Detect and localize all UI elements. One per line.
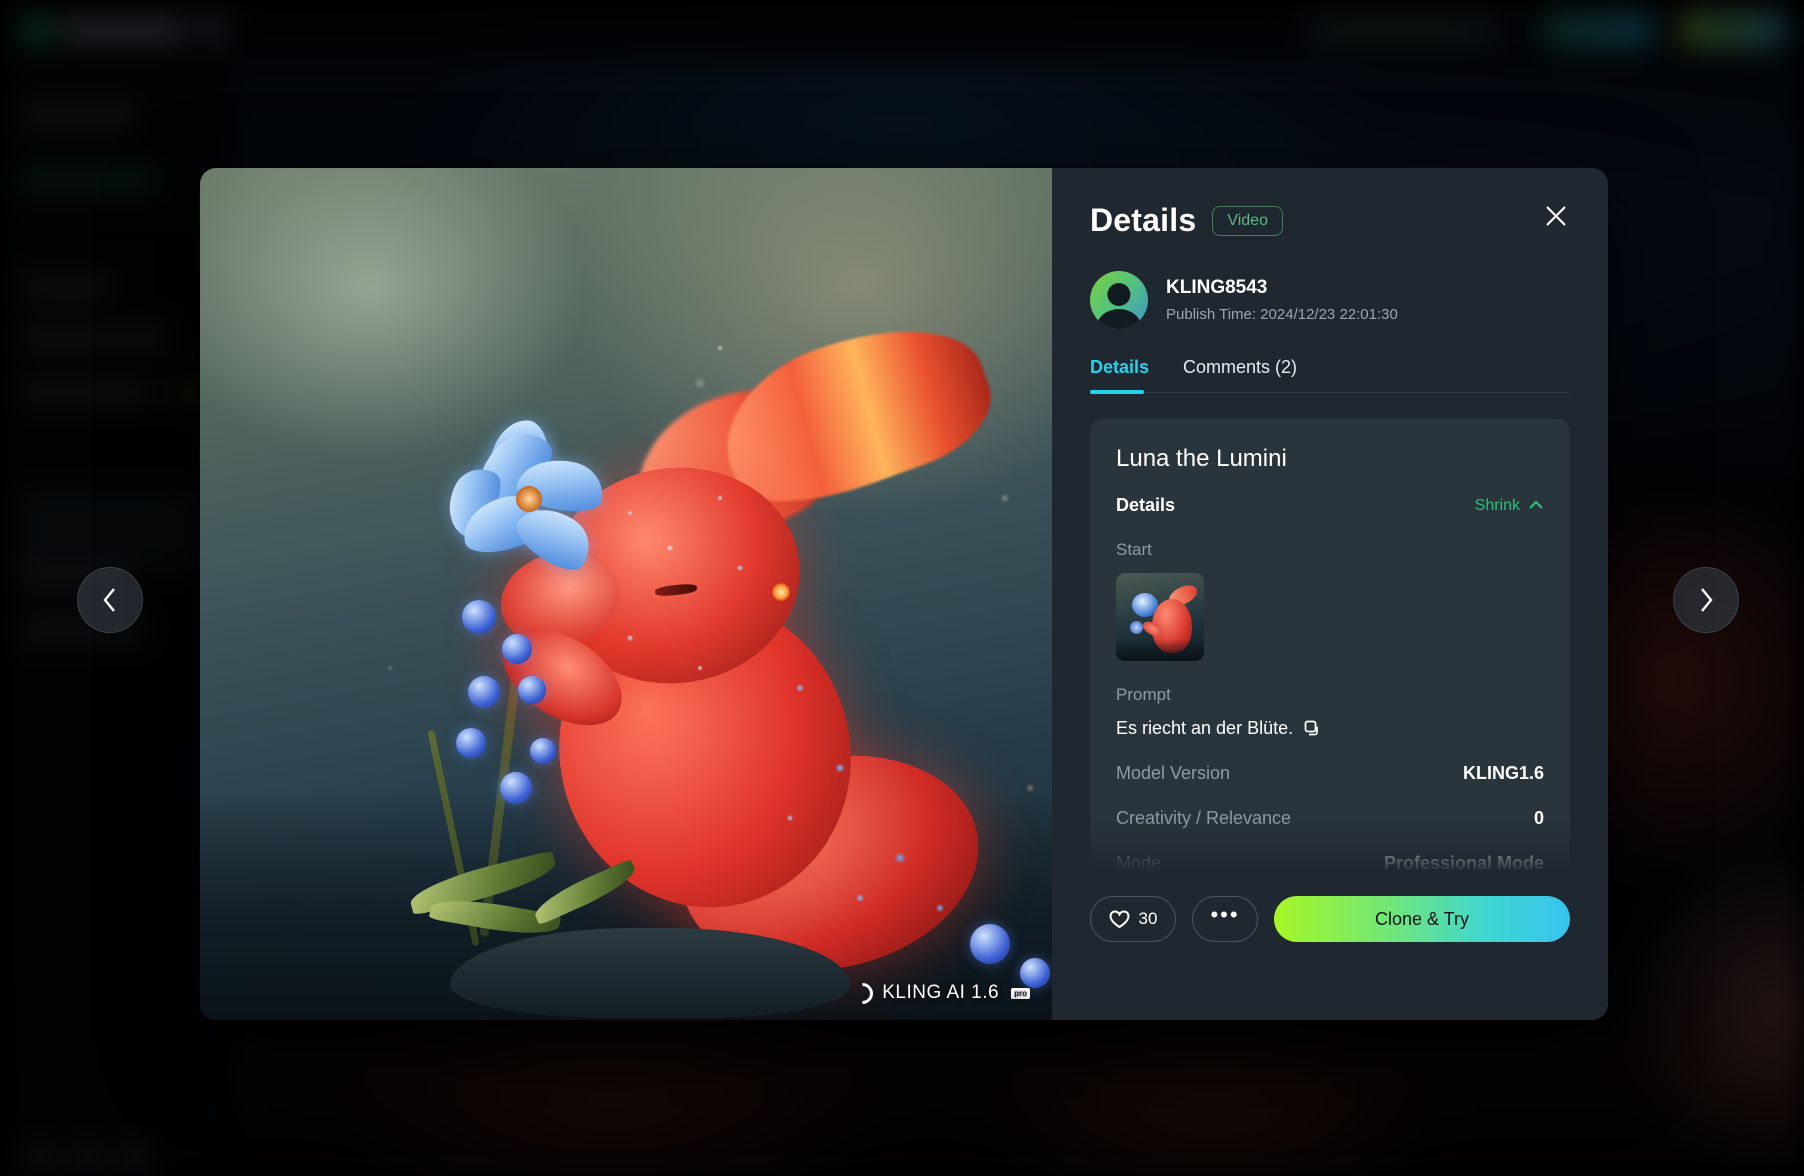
flower-center (516, 486, 542, 512)
flower-bud (456, 728, 486, 758)
media-type-badge: Video (1212, 205, 1283, 236)
creature-sparkles (200, 168, 1052, 1020)
start-frame-label: Start (1116, 540, 1152, 559)
meta-key: Creativity / Relevance (1116, 808, 1292, 828)
meta-row-creativity-relevance: Creativity / Relevance 0 (1116, 808, 1544, 829)
avatar-head-shape (1107, 282, 1131, 306)
meta-value: KLING1.6 (1462, 763, 1544, 783)
more-options-button[interactable]: ••• (1192, 896, 1258, 942)
avatar[interactable] (1090, 271, 1148, 329)
flower-bud (518, 676, 546, 704)
author-name: KLING8543 (1166, 277, 1268, 298)
clone-and-try-button[interactable]: Clone & Try (1274, 896, 1570, 942)
flower-bud (500, 772, 532, 804)
meta-row-mode: Mode Professional Mode (1116, 853, 1544, 874)
publish-time: Publish Time: 2024/12/23 22:01:30 (1166, 306, 1398, 323)
panel-tabs: Details Comments (2) (1090, 357, 1570, 394)
chevron-left-icon (103, 588, 115, 612)
copy-prompt-button[interactable] (1303, 720, 1320, 737)
flower-bud (970, 924, 1010, 964)
shrink-label: Shrink (1474, 496, 1520, 514)
close-icon (1546, 206, 1566, 226)
page-title: Details (1090, 202, 1197, 238)
copy-icon (1304, 720, 1318, 736)
next-item-button[interactable] (1673, 567, 1739, 633)
avatar-body-shape (1096, 309, 1142, 329)
meta-key: Mode (1116, 853, 1162, 873)
prompt-label: Prompt (1116, 685, 1171, 704)
flower-bud (468, 676, 500, 708)
watermark-text: KLING AI 1.6 (882, 982, 1000, 1003)
close-button[interactable] (1538, 198, 1574, 234)
flower-bud (502, 634, 532, 664)
details-card: Luna the Lumini Details Shrink Start Pro… (1090, 419, 1570, 874)
start-frame-thumbnail[interactable] (1116, 573, 1204, 661)
meta-row-model-version: Model Version KLING1.6 (1116, 763, 1544, 784)
chevron-right-icon (1701, 588, 1713, 612)
details-section-label: Details (1116, 495, 1176, 515)
previous-item-button[interactable] (77, 567, 143, 633)
author-block[interactable]: KLING8543 Publish Time: 2024/12/23 22:01… (1090, 271, 1570, 329)
details-section-header: Details Shrink (1116, 495, 1544, 516)
thumbnail-bud (1130, 621, 1143, 634)
like-count: 30 (1138, 909, 1158, 928)
video-preview[interactable]: KLING AI 1.6 pro (200, 168, 1052, 1020)
kling-logo-icon (847, 978, 878, 1008)
author-info: KLING8543 Publish Time: 2024/12/23 22:01… (1166, 277, 1398, 323)
details-modal: KLING AI 1.6 pro Details Video KLING8543… (200, 168, 1608, 1020)
meta-value: 0 (1533, 808, 1544, 828)
panel-header: Details Video (1090, 202, 1570, 239)
like-button[interactable]: 30 (1090, 896, 1176, 942)
prompt-row: Es riecht an der Blüte. (1116, 718, 1544, 739)
watermark-pro-badge: pro (1011, 987, 1030, 999)
kling-watermark: KLING AI 1.6 pro (847, 978, 1030, 1008)
chevron-up-icon (1529, 500, 1543, 509)
meta-key: Model Version (1116, 763, 1231, 783)
thumbnail-ground (1116, 639, 1204, 661)
flower-bud (462, 600, 496, 634)
prompt-value: Es riecht an der Blüte. (1116, 718, 1294, 738)
details-panel: Details Video KLING8543 Publish Time: 20… (1052, 168, 1608, 1020)
tab-comments[interactable]: Comments (2) (1183, 357, 1297, 392)
tab-details[interactable]: Details (1090, 357, 1149, 394)
meta-value: Professional Mode (1383, 853, 1544, 873)
action-bar: 30 ••• Clone & Try (1090, 874, 1570, 968)
flower-bud (530, 738, 556, 764)
shrink-toggle[interactable]: Shrink (1475, 497, 1544, 515)
creation-title: Luna the Lumini (1116, 445, 1287, 472)
heart-icon (1109, 909, 1130, 928)
